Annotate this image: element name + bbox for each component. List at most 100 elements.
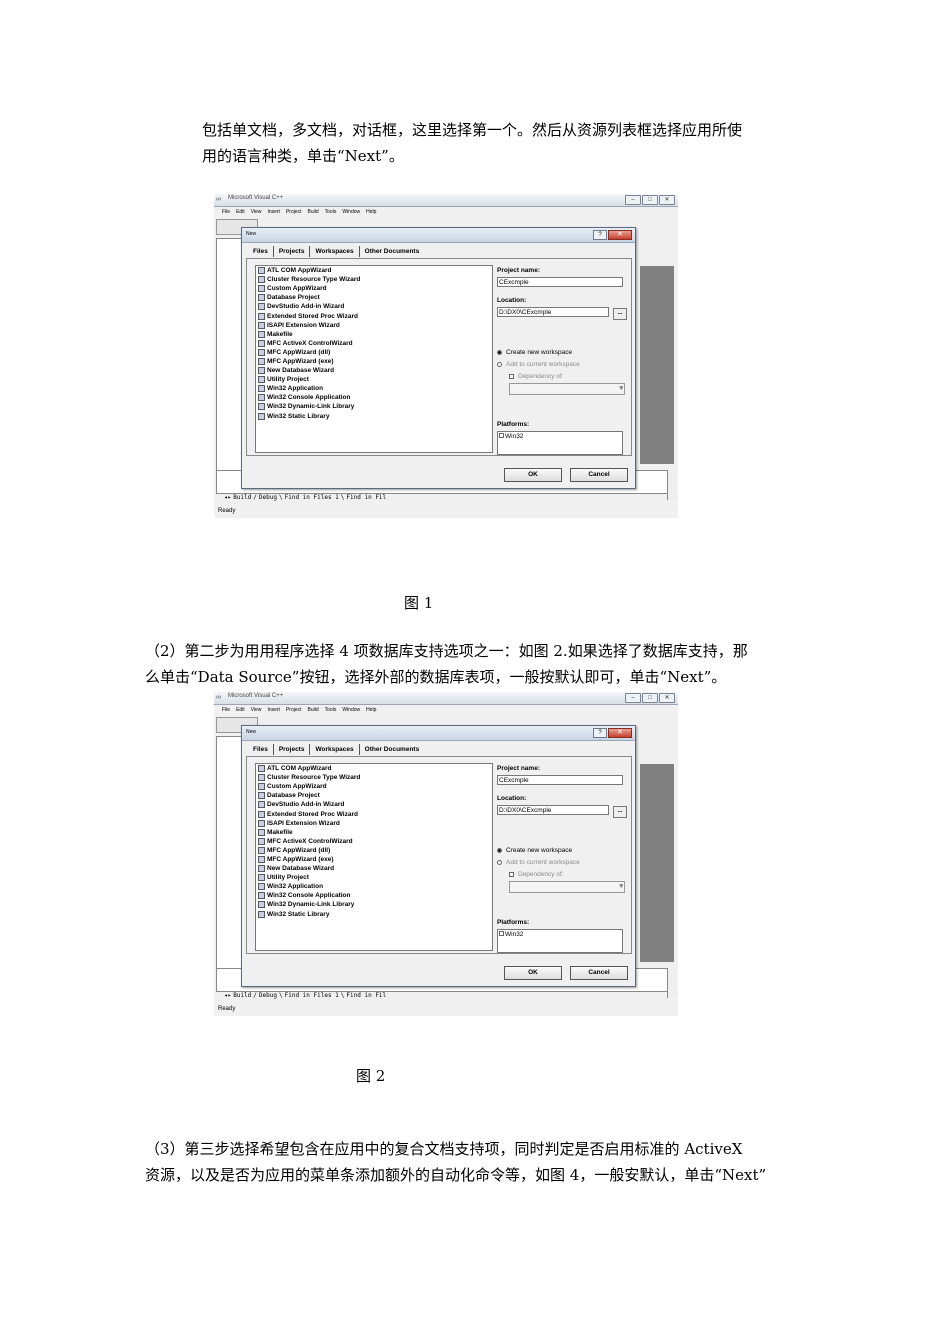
list-item[interactable]: Database Project [256,293,492,302]
cancel-button[interactable]: Cancel [570,468,628,482]
list-item[interactable]: MFC AppWizard (dll) [256,348,492,357]
menu-item[interactable]: Project [286,207,302,217]
list-item[interactable]: Database Project [256,791,492,800]
tab-find-in-files-1[interactable]: Find in Files 1 [285,494,339,501]
list-item[interactable]: Makefile [256,828,492,837]
tab-find-in-files-2[interactable]: Find in Fil [346,494,386,501]
list-item[interactable]: Makefile [256,330,492,339]
list-item[interactable]: MFC ActiveX ControlWizard [256,837,492,846]
menu-item[interactable]: Build [308,705,319,715]
list-item[interactable]: ISAPI Extension Wizard [256,321,492,330]
list-item[interactable]: DevStudio Add-in Wizard [256,302,492,311]
add-workspace-radio[interactable]: Add to current workspace [497,859,580,866]
menu-item[interactable]: Insert [267,705,280,715]
close-icon[interactable]: ✕ [659,693,675,703]
list-item[interactable]: Win32 Dynamic-Link Library [256,402,492,411]
ok-button[interactable]: OK [504,468,562,482]
dialog-close-icon[interactable]: ✕ [608,728,632,738]
list-item[interactable]: Custom AppWizard [256,782,492,791]
output-scrollbar[interactable] [667,968,676,998]
menu-item[interactable]: Edit [236,207,245,217]
location-input[interactable]: D:\DX0\CExcmple [497,805,609,815]
list-item[interactable]: Win32 Static Library [256,412,492,421]
platforms-list[interactable]: Win32 [497,929,623,953]
list-item[interactable]: MFC ActiveX ControlWizard [256,339,492,348]
tab-debug[interactable]: Debug [259,992,277,999]
list-item[interactable]: Win32 Application [256,882,492,891]
menu-item[interactable]: Window [342,207,360,217]
list-item[interactable]: ATL COM AppWizard [256,266,492,275]
tab-files[interactable]: Files [248,246,274,257]
list-item[interactable]: DevStudio Add-in Wizard [256,800,492,809]
tab-build[interactable]: Build [233,494,251,501]
maximize-icon[interactable]: □ [642,693,658,703]
workspace-pane[interactable] [216,238,242,472]
list-item[interactable]: Win32 Dynamic-Link Library [256,900,492,909]
close-icon[interactable]: ✕ [659,195,675,205]
menu-item[interactable]: Insert [267,207,280,217]
tab-projects[interactable]: Projects [274,246,311,257]
list-item[interactable]: MFC AppWizard (exe) [256,357,492,366]
menu-item[interactable]: File [222,705,230,715]
menu-item[interactable]: View [251,705,262,715]
help-icon[interactable]: ? [593,728,607,738]
menu-item[interactable]: File [222,207,230,217]
dependency-combo[interactable] [509,383,625,395]
output-scrollbar[interactable] [667,470,676,500]
scroll-arrows-icon[interactable]: ◂▸ [224,494,231,501]
dependency-checkbox[interactable]: Dependency of: [509,373,564,380]
ok-button[interactable]: OK [504,966,562,980]
create-workspace-radio[interactable]: Create new workspace [497,349,572,356]
list-item[interactable]: Custom AppWizard [256,284,492,293]
browse-button[interactable]: ... [613,308,627,320]
list-item[interactable]: Win32 Static Library [256,910,492,919]
minimize-icon[interactable]: – [625,195,641,205]
list-item[interactable]: Utility Project [256,375,492,384]
project-type-list[interactable]: ATL COM AppWizard Cluster Resource Type W… [255,763,493,951]
menu-item[interactable]: Project [286,705,302,715]
menu-item[interactable]: View [251,207,262,217]
maximize-icon[interactable]: □ [642,195,658,205]
list-item[interactable]: Win32 Console Application [256,891,492,900]
list-item[interactable]: Extended Stored Proc Wizard [256,311,492,320]
cancel-button[interactable]: Cancel [570,966,628,980]
list-item[interactable]: New Database Wizard [256,366,492,375]
list-item[interactable]: New Database Wizard [256,864,492,873]
tab-files[interactable]: Files [248,744,274,755]
create-workspace-radio[interactable]: Create new workspace [497,847,572,854]
add-workspace-radio[interactable]: Add to current workspace [497,361,580,368]
tab-workspaces[interactable]: Workspaces [310,246,360,257]
tab-projects[interactable]: Projects [274,744,311,755]
list-item[interactable]: MFC AppWizard (exe) [256,855,492,864]
list-item[interactable]: Extended Stored Proc Wizard [256,809,492,818]
tab-workspaces[interactable]: Workspaces [310,744,360,755]
location-input[interactable]: D:\DX0\CExcmple [497,307,609,317]
menu-item[interactable]: Tools [325,705,337,715]
dependency-checkbox[interactable]: Dependency of: [509,871,564,878]
list-item[interactable]: ATL COM AppWizard [256,764,492,773]
platforms-list[interactable]: Win32 [497,431,623,455]
project-name-input[interactable]: CExcmple [497,775,623,785]
project-name-input[interactable]: CExcmple [497,277,623,287]
browse-button[interactable]: ... [613,806,627,818]
minimize-icon[interactable]: – [625,693,641,703]
tab-other-documents[interactable]: Other Documents [360,246,425,257]
tab-find-in-files-1[interactable]: Find in Files 1 [285,992,339,999]
list-item[interactable]: MFC AppWizard (dll) [256,846,492,855]
menu-item[interactable]: Help [366,207,376,217]
menu-item[interactable]: Tools [325,207,337,217]
menu-item[interactable]: Build [308,207,319,217]
menu-item[interactable]: Window [342,705,360,715]
dependency-combo[interactable] [509,881,625,893]
project-type-list[interactable]: ATL COM AppWizard Cluster Resource Type W… [255,265,493,453]
menu-item[interactable]: Help [366,705,376,715]
list-item[interactable]: ISAPI Extension Wizard [256,819,492,828]
workspace-pane[interactable] [216,736,242,970]
list-item[interactable]: Cluster Resource Type Wizard [256,275,492,284]
tab-debug[interactable]: Debug [259,494,277,501]
help-icon[interactable]: ? [593,230,607,240]
menu-item[interactable]: Edit [236,705,245,715]
tab-other-documents[interactable]: Other Documents [360,744,425,755]
dialog-close-icon[interactable]: ✕ [608,230,632,240]
list-item[interactable]: Utility Project [256,873,492,882]
